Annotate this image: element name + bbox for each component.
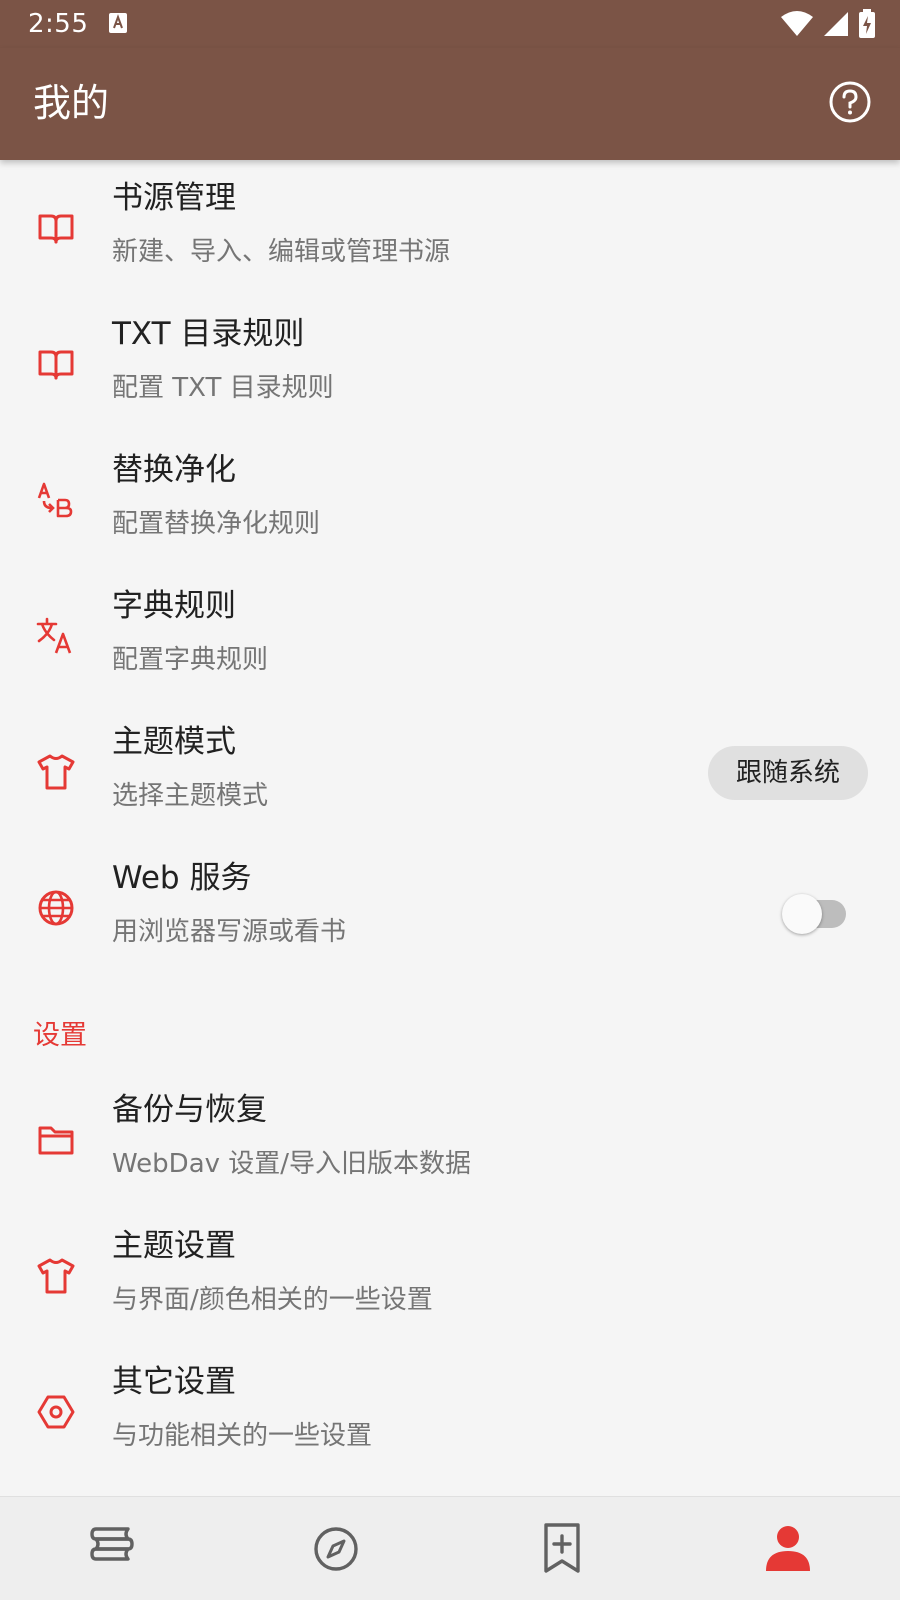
list-item-txt-toc-rule[interactable]: TXT 目录规则 配置 TXT 目录规则	[0, 296, 900, 432]
list-item-theme-mode[interactable]: 主题模式 选择主题模式 跟随系统	[0, 704, 900, 840]
section-header-settings: 设置	[33, 1020, 87, 1051]
web-service-switch[interactable]	[782, 886, 846, 934]
list-item-web-service[interactable]: Web 服务 用浏览器写源或看书	[0, 840, 900, 976]
globe-icon	[38, 890, 74, 926]
status-bar: 2:55	[0, 0, 900, 48]
switch-thumb	[782, 894, 822, 934]
a-to-b-icon	[37, 482, 73, 518]
item-title: 主题模式	[112, 724, 236, 760]
person-icon[interactable]	[760, 1521, 816, 1577]
item-subtitle: 用浏览器写源或看书	[112, 917, 347, 947]
translate-icon	[36, 617, 72, 654]
item-title: 书源管理	[112, 180, 236, 216]
list-item-replace-rule[interactable]: 替换净化 配置替换净化规则	[0, 432, 900, 568]
item-subtitle: 配置替换净化规则	[112, 509, 321, 539]
help-icon[interactable]	[828, 80, 872, 124]
list-item-other-settings[interactable]: 其它设置 与功能相关的一些设置	[0, 1344, 900, 1480]
battery-icon	[859, 9, 875, 38]
tshirt-icon	[37, 754, 75, 790]
item-subtitle: 新建、导入、编辑或管理书源	[112, 237, 451, 267]
cell-signal-icon	[824, 12, 848, 36]
book-open-icon	[38, 214, 74, 244]
item-title: Web 服务	[112, 860, 252, 896]
list-item-book-source[interactable]: 书源管理 新建、导入、编辑或管理书源	[0, 160, 900, 296]
list-item-backup-restore[interactable]: 备份与恢复 WebDav 设置/导入旧版本数据	[0, 1072, 900, 1208]
status-time: 2:55	[28, 9, 89, 39]
item-subtitle: 与界面/颜色相关的一些设置	[112, 1285, 433, 1315]
app-bar: 我的	[0, 48, 900, 160]
list-item-theme-settings[interactable]: 主题设置 与界面/颜色相关的一些设置	[0, 1208, 900, 1344]
item-title: 主题设置	[112, 1228, 236, 1264]
item-subtitle: 选择主题模式	[112, 781, 269, 811]
tshirt-icon	[37, 1258, 75, 1294]
list-item-dict-rule[interactable]: 字典规则 配置字典规则	[0, 568, 900, 704]
item-subtitle: 与功能相关的一些设置	[112, 1421, 373, 1451]
item-subtitle: 配置字典规则	[112, 645, 269, 675]
item-title: TXT 目录规则	[112, 316, 305, 352]
bookmark-add-icon[interactable]	[534, 1521, 590, 1577]
hexagon-settings-icon	[37, 1395, 75, 1429]
item-title: 其它设置	[112, 1364, 236, 1400]
item-subtitle: 配置 TXT 目录规则	[112, 373, 334, 403]
notification-app-icon	[109, 13, 127, 33]
compass-icon[interactable]	[308, 1521, 364, 1577]
page-title: 我的	[33, 81, 110, 125]
folder-icon	[38, 1126, 74, 1155]
book-open-icon	[38, 350, 74, 380]
theme-mode-value-chip[interactable]: 跟随系统	[708, 746, 868, 800]
bottom-navigation	[0, 1496, 900, 1600]
bookshelf-icon[interactable]	[84, 1521, 140, 1577]
item-title: 替换净化	[112, 452, 236, 488]
item-title: 备份与恢复	[112, 1092, 267, 1128]
item-subtitle: WebDav 设置/导入旧版本数据	[112, 1149, 472, 1179]
item-title: 字典规则	[112, 588, 236, 624]
status-icons	[780, 8, 876, 40]
wifi-icon	[781, 11, 813, 36]
screen: 2:55 我的 书源管理 新建、导入、编辑或管理书源 TXT 目录规则 配置 T…	[0, 0, 900, 1600]
